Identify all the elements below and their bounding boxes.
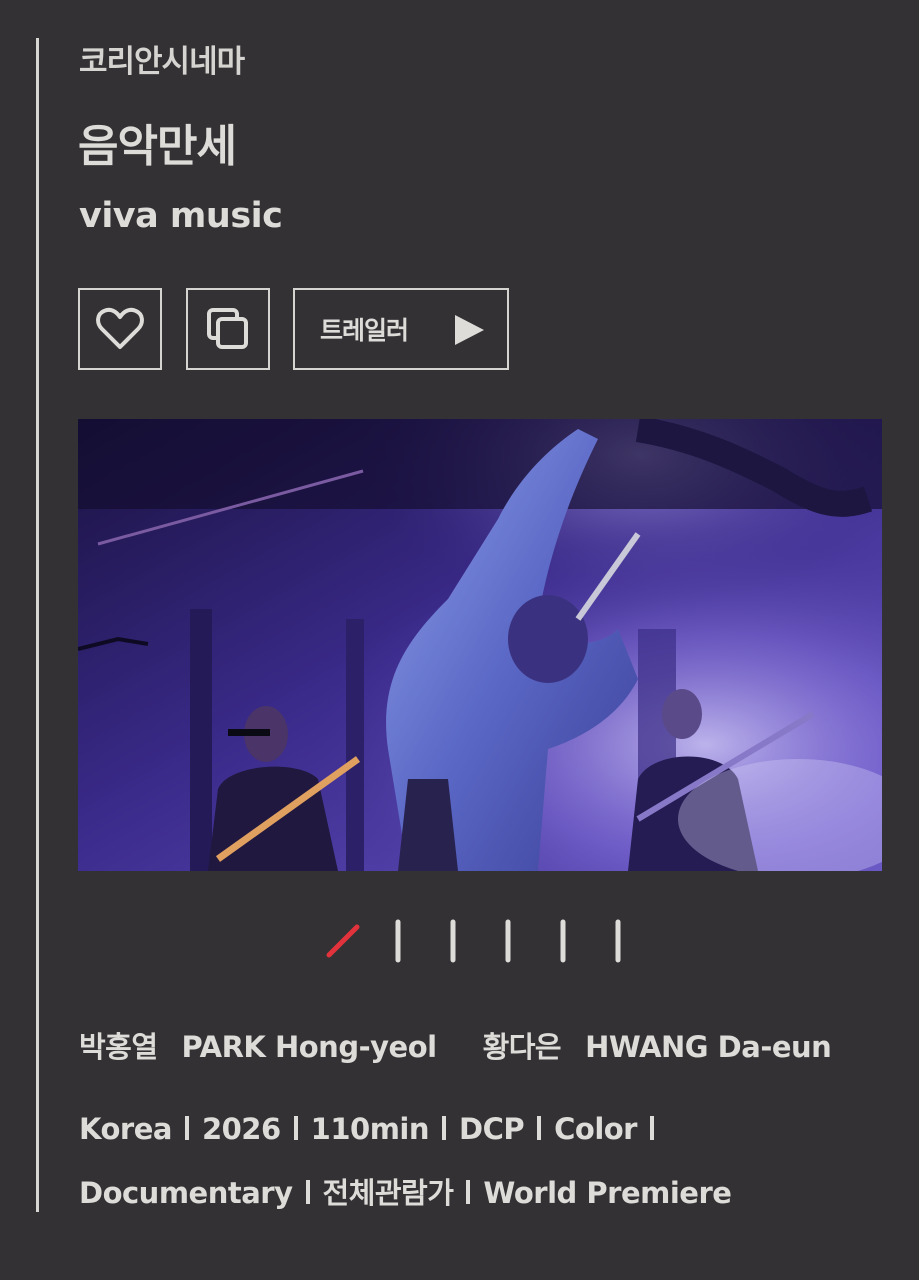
- film-still-image[interactable]: [78, 419, 882, 871]
- copy-icon: [207, 308, 248, 349]
- director-name-ko: 황다은: [482, 1030, 562, 1064]
- film-specs-line-1: Korea 2026 110min DCP Color: [79, 1112, 899, 1146]
- director-name-en: HWANG Da-eun: [585, 1030, 832, 1064]
- carousel-pagination: [326, 919, 621, 963]
- spec-separator: [649, 1116, 654, 1140]
- spec-separator: [442, 1116, 446, 1140]
- spec-premiere: World Premiere: [483, 1176, 732, 1210]
- spec-separator: [466, 1180, 471, 1204]
- spec-separator: [184, 1116, 189, 1140]
- left-accent-rail: [36, 38, 39, 1212]
- heart-icon: [96, 307, 144, 349]
- spec-separator: [293, 1116, 298, 1140]
- spec-year: 2026: [201, 1112, 281, 1146]
- directors-credit: 박홍열 PARK Hong-yeol 황다은 HWANG Da-eun: [79, 1024, 832, 1066]
- film-specs-line-2: Documentary 전체관람가 World Premiere: [79, 1170, 899, 1212]
- spec-color: Color: [554, 1112, 637, 1146]
- spec-separator: [305, 1180, 310, 1204]
- concert-stage-photo: [78, 419, 882, 871]
- carousel-dot-active[interactable]: [326, 924, 360, 958]
- trailer-label: 트레일러: [320, 316, 409, 345]
- film-title-english: viva music: [79, 196, 283, 236]
- spec-format: DCP: [459, 1112, 525, 1146]
- section-label: 코리안시네마: [79, 44, 245, 80]
- like-button[interactable]: [78, 288, 162, 370]
- spec-rating: 전체관람가: [322, 1176, 454, 1210]
- spec-runtime: 110min: [310, 1112, 430, 1146]
- director-name-en: PARK Hong-yeol: [181, 1030, 438, 1064]
- copy-button[interactable]: [186, 288, 270, 370]
- spec-genre: Documentary: [79, 1176, 293, 1210]
- play-icon: [455, 315, 484, 345]
- spec-separator: [537, 1116, 542, 1140]
- director-name-ko: 박홍열: [79, 1030, 158, 1064]
- film-title-korean: 음악만세: [78, 121, 237, 172]
- trailer-button[interactable]: 트레일러: [293, 288, 509, 370]
- spec-country: Korea: [79, 1112, 172, 1146]
